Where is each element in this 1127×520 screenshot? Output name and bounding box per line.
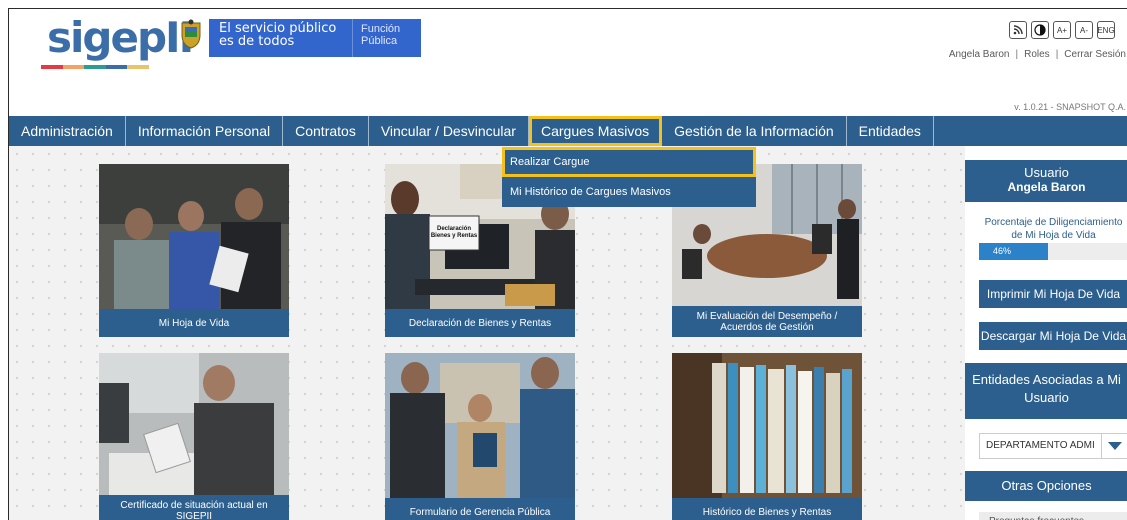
print-cv-button[interactable]: Imprimir Mi Hoja De Vida	[979, 280, 1127, 308]
card-photo	[99, 164, 289, 309]
people-photo-image	[99, 164, 289, 309]
card-label: Mi Hoja de Vida	[158, 317, 230, 329]
gov-slogan: El servicio público es de todos	[219, 22, 336, 48]
nav-entidades[interactable]: Entidades	[847, 116, 934, 146]
card-label: Formulario de Gerencia Pública	[409, 506, 551, 518]
page-frame: sigepII El servicio público es de todos …	[8, 8, 1127, 520]
card-label: Mi Evaluación del Desempeño / Acuerdos d…	[696, 310, 838, 333]
logo-stripes	[41, 65, 149, 69]
card-certificado-situacion[interactable]: Certificado de situación actual en SIGEP…	[99, 353, 289, 520]
menu-item-realizar-cargue[interactable]: Realizar Cargue	[502, 147, 756, 177]
user-links: Angela Baron | Roles | Cerrar Sesión	[949, 49, 1126, 60]
sidebar: Usuario Angela Baron Porcentaje de Dilig…	[965, 146, 1127, 520]
accessibility-toolbar: A+ A- ENG	[1009, 21, 1115, 39]
cargues-masivos-dropdown: Realizar Cargue Mi Histórico de Cargues …	[502, 147, 756, 207]
nav-informacion-personal[interactable]: Información Personal	[126, 116, 284, 146]
rss-icon[interactable]	[1009, 21, 1027, 39]
entities-box-header: Entidades Asociadas a Mi Usuario	[965, 363, 1127, 419]
decrease-font-button[interactable]: A-	[1075, 21, 1093, 39]
contrast-icon[interactable]	[1031, 21, 1049, 39]
user-box-header: Usuario Angela Baron	[965, 160, 1127, 202]
pipe-separator: |	[1015, 49, 1019, 60]
chevron-down-icon[interactable]	[1101, 434, 1127, 458]
card-photo	[385, 353, 575, 498]
nav-administracion[interactable]: Administración	[9, 116, 126, 146]
three-people-image	[385, 353, 575, 498]
card-label: Histórico de Bienes y Rentas	[702, 506, 832, 518]
card-label: Declaración de Bienes y Rentas	[408, 317, 552, 329]
bookshelf-image	[672, 353, 862, 498]
logo-text: sigepII	[47, 13, 194, 62]
func-line-1: Función	[361, 23, 401, 35]
version-label: v. 1.0.21 - SNAPSHOT Q.A.	[1014, 102, 1126, 112]
pipe-separator: |	[1055, 49, 1059, 60]
cv-progress-bar: 46%	[979, 243, 1127, 260]
nav-vincular-desvincular[interactable]: Vincular / Desvincular	[369, 116, 529, 146]
gov-banner[interactable]: El servicio público es de todos Función …	[209, 19, 421, 57]
colombia-shield-icon	[181, 19, 201, 49]
card-label: Certificado de situación actual en SIGEP…	[120, 499, 268, 520]
faq-link[interactable]: Preguntas frecuentes	[979, 512, 1127, 520]
user-box-name: Angela Baron	[1007, 180, 1086, 194]
user-name-link[interactable]: Angela Baron	[949, 49, 1010, 60]
english-language-button[interactable]: ENG	[1097, 21, 1115, 39]
download-cv-button[interactable]: Descargar Mi Hoja De Vida	[979, 322, 1127, 350]
gov-separator	[352, 19, 353, 57]
increase-font-button[interactable]: A+	[1053, 21, 1071, 39]
man-reading-image	[99, 353, 289, 495]
nav-contratos[interactable]: Contratos	[283, 116, 369, 146]
card-photo	[99, 353, 289, 495]
sigep-logo[interactable]: sigepII	[39, 13, 194, 73]
user-box-title: Usuario	[1024, 165, 1069, 180]
cv-progress-fill: 46%	[979, 243, 1048, 260]
nav-cargues-masivos[interactable]: Cargues Masivos	[528, 116, 663, 146]
options-box-header: Otras Opciones	[965, 471, 1127, 501]
roles-link[interactable]: Roles	[1024, 49, 1050, 60]
nav-gestion-informacion[interactable]: Gestión de la Información	[662, 116, 847, 146]
card-formulario-gerencia[interactable]: Formulario de Gerencia Pública	[385, 353, 575, 520]
entity-select-value: DEPARTAMENTO ADMI	[986, 440, 1095, 451]
card-sign-text: Declaración Bienes y Rentas	[430, 226, 478, 239]
gov-line-2: es de todos	[219, 34, 295, 49]
progress-caption: Porcentaje de Diligenciamiento de Mi Hoj…	[984, 217, 1123, 241]
main-content: Mi Hoja de Vida Declaración Bienes y Ren…	[9, 146, 965, 520]
funcion-publica-label: Función Pública	[361, 23, 400, 47]
card-photo	[672, 353, 862, 498]
logout-link[interactable]: Cerrar Sesión	[1064, 49, 1126, 60]
entity-select[interactable]: DEPARTAMENTO ADMI	[979, 433, 1127, 459]
card-mi-hoja-de-vida[interactable]: Mi Hoja de Vida	[99, 164, 289, 337]
card-historico-bienes[interactable]: Histórico de Bienes y Rentas	[672, 353, 862, 520]
menu-item-historico-cargues[interactable]: Mi Histórico de Cargues Masivos	[502, 177, 756, 207]
main-nav: Administración Información Personal Cont…	[9, 116, 1127, 146]
func-line-2: Pública	[361, 35, 398, 47]
header: sigepII El servicio público es de todos …	[9, 9, 1127, 115]
